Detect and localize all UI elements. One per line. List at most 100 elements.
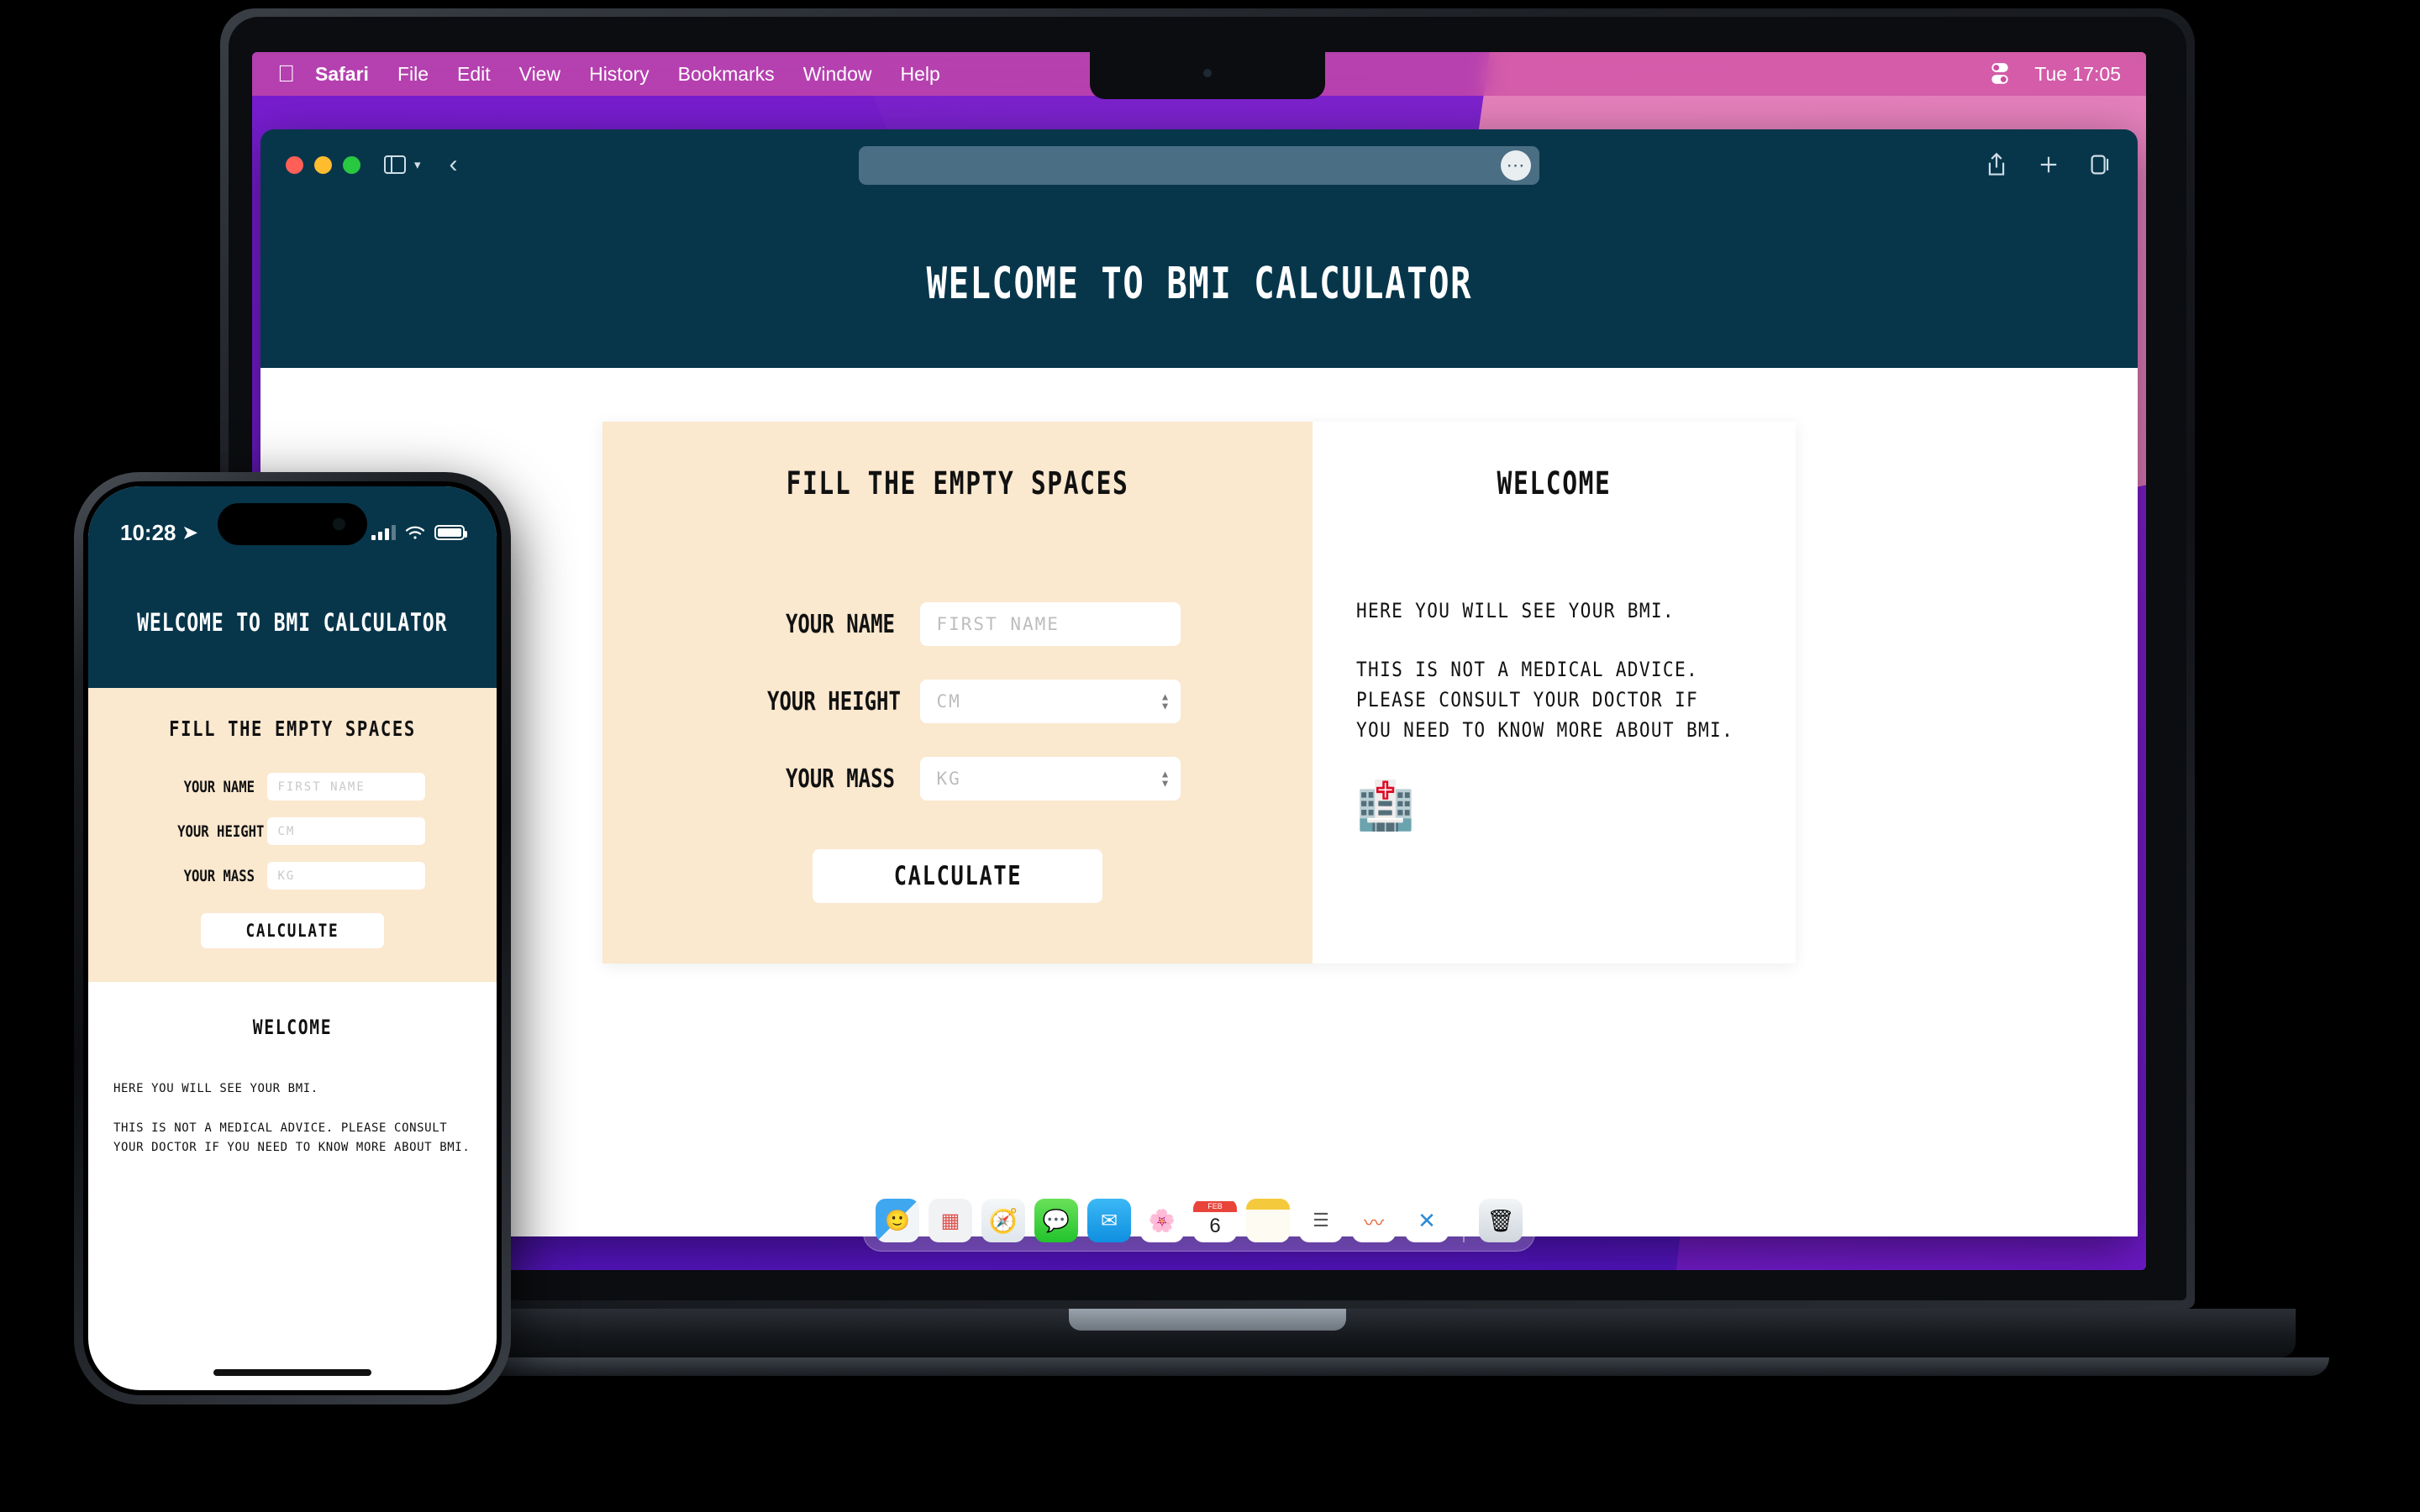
mass-input[interactable] bbox=[919, 757, 1181, 801]
iphone-calculate-button-label: CALCULATE bbox=[245, 921, 339, 941]
menu-item-bookmarks[interactable]: Bookmarks bbox=[678, 63, 775, 86]
macbook-device:  Safari File Edit View History Bookmark… bbox=[86, 8, 2329, 1403]
height-input[interactable] bbox=[919, 680, 1181, 723]
macbook-lid:  Safari File Edit View History Bookmark… bbox=[220, 8, 2195, 1309]
label-your-height: YOUR HEIGHT bbox=[766, 686, 901, 717]
page-title: WELCOME TO BMI CALCULATOR bbox=[926, 259, 1472, 309]
front-camera-icon bbox=[333, 517, 345, 531]
iphone-calculate-button[interactable]: CALCULATE bbox=[201, 913, 384, 948]
control-center-icon[interactable] bbox=[1989, 61, 2011, 87]
menu-item-safari[interactable]: Safari bbox=[315, 63, 369, 86]
iphone-mass-input[interactable] bbox=[266, 862, 425, 890]
menu-item-edit[interactable]: Edit bbox=[457, 63, 491, 86]
iphone-label-your-mass: YOUR MASS bbox=[183, 866, 255, 885]
form-heading: FILL THE EMPTY SPACES bbox=[786, 465, 1129, 501]
iphone-result-line-1: HERE YOU WILL SEE YOUR BMI. bbox=[113, 1082, 318, 1095]
iphone-page-title: WELCOME TO BMI CALCULATOR bbox=[137, 608, 448, 637]
result-line-1: HERE YOU WILL SEE YOUR BMI. bbox=[1356, 599, 1675, 622]
dock-item-notes[interactable] bbox=[1246, 1199, 1290, 1242]
stepper-down-icon[interactable]: ▼ bbox=[1160, 779, 1171, 789]
result-heading: WELCOME bbox=[1497, 465, 1612, 501]
iphone-status-bar: 10:28 ➤ bbox=[88, 486, 497, 557]
zoom-button[interactable] bbox=[343, 155, 360, 174]
iphone-label-your-name: YOUR NAME bbox=[183, 777, 255, 796]
dynamic-island bbox=[218, 503, 367, 545]
minimize-button[interactable] bbox=[314, 155, 332, 174]
dock-item-finder[interactable]: 🙂 bbox=[876, 1199, 919, 1242]
iphone-name-input[interactable] bbox=[266, 773, 425, 801]
label-your-name: YOUR NAME bbox=[785, 609, 895, 639]
address-bar[interactable]: ⋯ bbox=[859, 146, 1539, 185]
field-row-height: YOUR HEIGHT ▲ ▼ bbox=[735, 680, 1181, 723]
menu-item-file[interactable]: File bbox=[397, 63, 429, 86]
iphone-bezel: 10:28 ➤ WELCOME TO BMI CALCULATOR FILL T… bbox=[83, 481, 502, 1395]
dock-item-reminders[interactable]: ☰ bbox=[1299, 1199, 1343, 1242]
iphone-field-row-mass: YOUR MASS bbox=[160, 862, 425, 890]
menubar-clock[interactable]: Tue 17:05 bbox=[2034, 63, 2121, 86]
name-input[interactable] bbox=[919, 602, 1181, 646]
webcam-icon bbox=[1203, 69, 1212, 77]
iphone-result-panel: WELCOME HERE YOU WILL SEE YOUR BMI. THIS… bbox=[88, 982, 497, 1158]
menu-item-history[interactable]: History bbox=[589, 63, 650, 86]
status-time: 10:28 bbox=[120, 519, 176, 545]
macos-dock[interactable]: 🙂 ▦ 🧭 💬 ✉ 🌸 FEB 6 ☰ 〰 ✕ 🗑 bbox=[863, 1189, 1535, 1252]
more-dots-icon[interactable]: ⋯ bbox=[1501, 150, 1531, 181]
battery-icon bbox=[434, 525, 467, 540]
back-chevron-icon[interactable]: ‹ bbox=[450, 150, 458, 179]
label-your-mass: YOUR MASS bbox=[785, 764, 895, 794]
page-header: WELCOME TO BMI CALCULATOR bbox=[260, 200, 2138, 368]
result-line-3: PLEASE CONSULT YOUR DOCTOR IF bbox=[1356, 688, 1699, 711]
dock-item-trash[interactable]: 🗑 bbox=[1479, 1199, 1523, 1242]
share-icon[interactable] bbox=[1985, 152, 2008, 177]
chevron-down-icon[interactable]: ▾ bbox=[414, 157, 421, 172]
calculate-button[interactable]: CALCULATE bbox=[813, 849, 1102, 903]
bmi-card: FILL THE EMPTY SPACES YOUR NAME FIRST NA… bbox=[602, 422, 1796, 963]
screenshot-stage:  Safari File Edit View History Bookmark… bbox=[0, 0, 2420, 1512]
home-indicator[interactable] bbox=[213, 1369, 371, 1376]
close-button[interactable] bbox=[286, 155, 303, 174]
mass-stepper[interactable]: ▲ ▼ bbox=[1160, 769, 1171, 789]
bmi-form: YOUR NAME YOUR HEIGHT bbox=[602, 602, 1313, 801]
menu-item-view[interactable]: View bbox=[519, 63, 560, 86]
iphone-field-row-height: YOUR HEIGHT bbox=[160, 817, 425, 845]
result-line-4: YOU NEED TO KNOW MORE ABOUT BMI. bbox=[1356, 718, 1734, 742]
tab-overview-icon[interactable] bbox=[2089, 152, 2112, 177]
hospital-icon: 🏥 bbox=[1356, 779, 1415, 832]
macbook-screen:  Safari File Edit View History Bookmark… bbox=[252, 52, 2146, 1270]
result-line-2: THIS IS NOT A MEDICAL ADVICE. bbox=[1356, 658, 1699, 681]
web-page: WELCOME TO BMI CALCULATOR FILL THE EMPTY… bbox=[260, 200, 2138, 1236]
window-controls[interactable] bbox=[286, 155, 360, 174]
iphone-form-heading: FILL THE EMPTY SPACES bbox=[169, 717, 416, 741]
dock-item-vscode[interactable]: ✕ bbox=[1405, 1199, 1449, 1242]
stepper-up-icon[interactable]: ▲ bbox=[1160, 769, 1171, 780]
sidebar-icon bbox=[384, 155, 406, 174]
iphone-screen: 10:28 ➤ WELCOME TO BMI CALCULATOR FILL T… bbox=[88, 486, 497, 1390]
menu-item-window[interactable]: Window bbox=[803, 63, 872, 86]
dock-item-safari[interactable]: 🧭 bbox=[981, 1199, 1025, 1242]
dock-item-mail[interactable]: ✉ bbox=[1087, 1199, 1131, 1242]
menu-item-help[interactable]: Help bbox=[901, 63, 940, 86]
dock-item-calendar[interactable]: FEB 6 bbox=[1193, 1199, 1237, 1242]
iphone-label-your-height: YOUR HEIGHT bbox=[176, 822, 264, 841]
form-panel: FILL THE EMPTY SPACES YOUR NAME FIRST NA… bbox=[602, 422, 1313, 963]
dock-item-messages[interactable]: 💬 bbox=[1034, 1199, 1078, 1242]
calculate-button-label: CALCULATE bbox=[893, 861, 1022, 891]
dock-item-photos[interactable]: 🌸 bbox=[1140, 1199, 1184, 1242]
iphone-height-input[interactable] bbox=[266, 817, 425, 845]
calendar-day: 6 bbox=[1209, 1214, 1221, 1237]
sidebar-toggle-button[interactable] bbox=[384, 155, 406, 174]
stepper-down-icon[interactable]: ▼ bbox=[1160, 701, 1171, 711]
dock-item-launchpad[interactable]: ▦ bbox=[929, 1199, 972, 1242]
height-stepper[interactable]: ▲ ▼ bbox=[1160, 692, 1171, 711]
result-panel: WELCOME HERE YOU WILL SEE YOUR BMI. THIS… bbox=[1313, 422, 1796, 963]
macbook-base-notch bbox=[1069, 1309, 1346, 1331]
safari-window: ▾ ‹ ⋯ WELCOME TO BMI CALCULATOR FILL THE… bbox=[260, 129, 2138, 1236]
result-text: HERE YOU WILL SEE YOUR BMI. THIS IS NOT … bbox=[1356, 596, 1796, 745]
stepper-up-icon[interactable]: ▲ bbox=[1160, 692, 1171, 702]
wifi-icon bbox=[405, 526, 425, 539]
dock-item-freeform[interactable]: 〰 bbox=[1352, 1199, 1396, 1242]
plus-icon[interactable] bbox=[2037, 152, 2060, 177]
calendar-month: FEB bbox=[1193, 1200, 1237, 1212]
apple-icon[interactable]:  bbox=[277, 62, 295, 86]
iphone-result-line-2: THIS IS NOT A MEDICAL ADVICE. PLEASE CON… bbox=[113, 1121, 471, 1155]
